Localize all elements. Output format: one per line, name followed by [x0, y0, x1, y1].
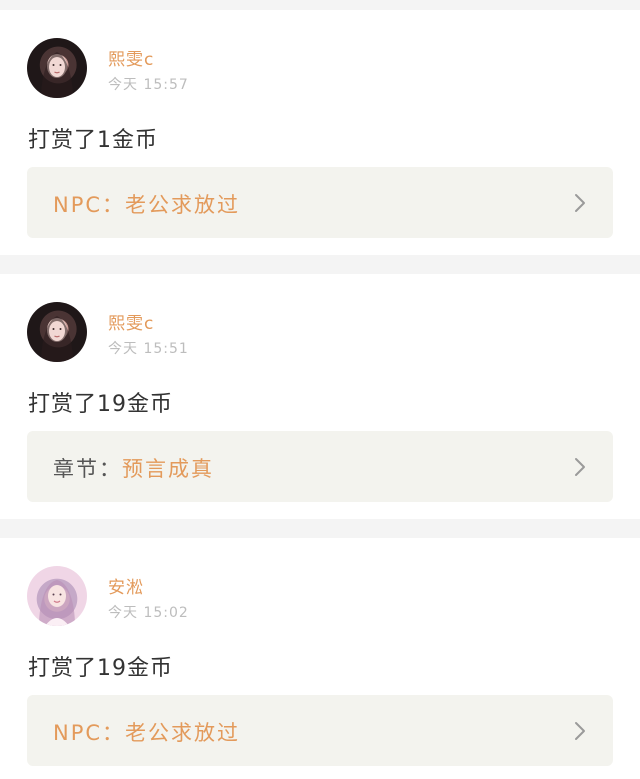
timestamp: 今天 15:02 [108, 605, 189, 621]
username[interactable]: 熙雯c [108, 45, 154, 70]
username[interactable]: 安淞 [108, 573, 144, 598]
reference-label: NPC： [53, 721, 126, 745]
reward-action-text: 打赏了19金币 [28, 656, 173, 681]
reference-value: 老公求放过 [125, 721, 241, 745]
chevron-right-icon [575, 722, 585, 740]
username[interactable]: 熙雯c [108, 309, 154, 334]
avatar-dark-hair-girl-icon [41, 52, 73, 98]
reward-action-text: 打赏了19金币 [28, 392, 173, 417]
reward-action-text: 打赏了1金币 [28, 128, 158, 153]
reward-card: 熙雯c 今天 15:57 打赏了1金币 NPC：老公求放过 [0, 10, 640, 255]
reference-text: 章节：预言成真 [53, 453, 214, 483]
timestamp: 今天 15:51 [108, 341, 189, 357]
reward-card: 熙雯c 今天 15:51 打赏了19金币 章节：预言成真 [0, 274, 640, 519]
timestamp: 今天 15:57 [108, 77, 189, 93]
reference-label: NPC： [53, 193, 126, 217]
avatar-light-girl-icon [39, 580, 75, 626]
reference-text: NPC：老公求放过 [53, 189, 240, 219]
user-avatar[interactable] [27, 302, 87, 362]
chevron-right-icon [575, 458, 585, 476]
reference-link[interactable]: 章节：预言成真 [27, 431, 613, 502]
user-avatar[interactable] [27, 38, 87, 98]
reward-card: 安淞 今天 15:02 打赏了19金币 NPC：老公求放过 [0, 538, 640, 779]
reference-link[interactable]: NPC：老公求放过 [27, 167, 613, 238]
user-avatar[interactable] [27, 566, 87, 626]
reference-link[interactable]: NPC：老公求放过 [27, 695, 613, 766]
avatar-dark-hair-girl-icon [41, 316, 73, 362]
chevron-right-icon [575, 194, 585, 212]
reference-text: NPC：老公求放过 [53, 717, 240, 747]
reference-value: 预言成真 [122, 457, 214, 481]
reference-value: 老公求放过 [125, 193, 241, 217]
reward-feed: 熙雯c 今天 15:57 打赏了1金币 NPC：老公求放过 熙雯c 今天 15:… [0, 0, 640, 779]
reference-label: 章节： [53, 457, 122, 481]
